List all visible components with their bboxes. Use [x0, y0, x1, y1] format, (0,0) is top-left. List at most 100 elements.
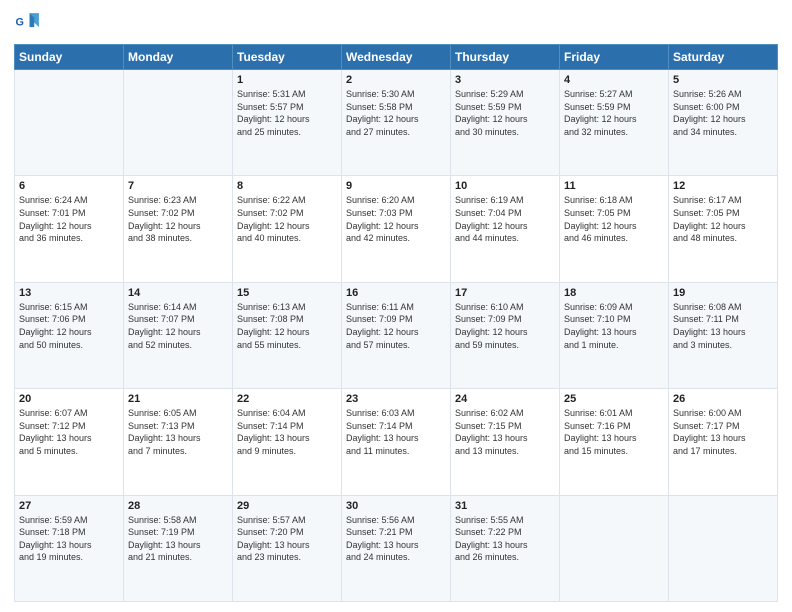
calendar-cell: 28Sunrise: 5:58 AM Sunset: 7:19 PM Dayli…: [124, 495, 233, 601]
calendar-cell: 29 Sunrise: 5:57 AM Sunset: 7:20 PM Dayli…: [233, 495, 342, 601]
day-number: 19: [673, 287, 773, 299]
day-info: Sunrise: 5:56 AM Sunset: 7:21 PM Dayligh…: [346, 514, 446, 564]
day-info: Sunrise: 6:17 AM Sunset: 7:05 PM Dayligh…: [673, 194, 773, 244]
week-row-4: 27 Sunrise: 5:59 AM Sunset: 7:18 PM Dayli…: [15, 495, 778, 601]
day-info: Sunrise: 6:14 AM Sunset: 7:07 PM Dayligh…: [128, 301, 228, 351]
day-number: 10: [455, 180, 555, 192]
calendar-header: SundayMondayTuesdayWednesdayThursdayFrid…: [15, 45, 778, 70]
day-number: 27: [19, 500, 119, 512]
day-info: Sunrise: 5:58 AM Sunset: 7:19 PM Dayligh…: [128, 514, 228, 564]
day-number: 7: [128, 180, 228, 192]
day-info: Sunrise: 5:26 AM Sunset: 6:00 PM Dayligh…: [673, 88, 773, 138]
day-number: 15: [237, 287, 337, 299]
day-number: 30: [346, 500, 446, 512]
day-info: Sunrise: 6:19 AM Sunset: 7:04 PM Dayligh…: [455, 194, 555, 244]
day-info: Sunrise: 6:09 AM Sunset: 7:10 PM Dayligh…: [564, 301, 664, 351]
day-info: Sunrise: 6:00 AM Sunset: 7:17 PM Dayligh…: [673, 407, 773, 457]
day-info: Sunrise: 6:24 AM Sunset: 7:01 PM Dayligh…: [19, 194, 119, 244]
calendar-table: SundayMondayTuesdayWednesdayThursdayFrid…: [14, 44, 778, 602]
day-number: 26: [673, 393, 773, 405]
day-info: Sunrise: 6:20 AM Sunset: 7:03 PM Dayligh…: [346, 194, 446, 244]
calendar-cell: 9 Sunrise: 6:20 AM Sunset: 7:03 PM Daylig…: [342, 176, 451, 282]
calendar-cell: 6 Sunrise: 6:24 AM Sunset: 7:01 PM Daylig…: [15, 176, 124, 282]
logo: G: [14, 10, 46, 38]
calendar-cell: [669, 495, 778, 601]
logo-icon: G: [14, 10, 42, 38]
header-cell-monday: Monday: [124, 45, 233, 70]
day-number: 23: [346, 393, 446, 405]
week-row-2: 13Sunrise: 6:15 AM Sunset: 7:06 PM Dayli…: [15, 282, 778, 388]
week-row-3: 20 Sunrise: 6:07 AM Sunset: 7:12 PM Dayli…: [15, 389, 778, 495]
day-info: Sunrise: 6:15 AM Sunset: 7:06 PM Dayligh…: [19, 301, 119, 351]
calendar-cell: 10 Sunrise: 6:19 AM Sunset: 7:04 PM Dayli…: [451, 176, 560, 282]
day-info: Sunrise: 6:07 AM Sunset: 7:12 PM Dayligh…: [19, 407, 119, 457]
header-cell-thursday: Thursday: [451, 45, 560, 70]
day-number: 8: [237, 180, 337, 192]
day-info: Sunrise: 6:11 AM Sunset: 7:09 PM Dayligh…: [346, 301, 446, 351]
day-info: Sunrise: 5:59 AM Sunset: 7:18 PM Dayligh…: [19, 514, 119, 564]
calendar-cell: [15, 70, 124, 176]
calendar-cell: 2 Sunrise: 5:30 AM Sunset: 5:58 PM Daylig…: [342, 70, 451, 176]
page: G SundayMondayTuesdayWednesdayThursdayFr…: [0, 0, 792, 612]
day-number: 5: [673, 74, 773, 86]
day-info: Sunrise: 6:13 AM Sunset: 7:08 PM Dayligh…: [237, 301, 337, 351]
calendar-cell: [124, 70, 233, 176]
calendar-cell: 12 Sunrise: 6:17 AM Sunset: 7:05 PM Dayli…: [669, 176, 778, 282]
calendar-cell: 31Sunrise: 5:55 AM Sunset: 7:22 PM Dayli…: [451, 495, 560, 601]
day-info: Sunrise: 6:08 AM Sunset: 7:11 PM Dayligh…: [673, 301, 773, 351]
day-number: 6: [19, 180, 119, 192]
day-info: Sunrise: 6:10 AM Sunset: 7:09 PM Dayligh…: [455, 301, 555, 351]
calendar-cell: 22Sunrise: 6:04 AM Sunset: 7:14 PM Dayli…: [233, 389, 342, 495]
day-number: 20: [19, 393, 119, 405]
day-number: 29: [237, 500, 337, 512]
day-info: Sunrise: 6:04 AM Sunset: 7:14 PM Dayligh…: [237, 407, 337, 457]
calendar-cell: 19 Sunrise: 6:08 AM Sunset: 7:11 PM Dayli…: [669, 282, 778, 388]
calendar-cell: 20 Sunrise: 6:07 AM Sunset: 7:12 PM Dayli…: [15, 389, 124, 495]
calendar-cell: 14 Sunrise: 6:14 AM Sunset: 7:07 PM Dayli…: [124, 282, 233, 388]
day-number: 24: [455, 393, 555, 405]
calendar-cell: [560, 495, 669, 601]
svg-text:G: G: [16, 17, 24, 29]
day-number: 14: [128, 287, 228, 299]
day-number: 9: [346, 180, 446, 192]
calendar-cell: 15 Sunrise: 6:13 AM Sunset: 7:08 PM Dayli…: [233, 282, 342, 388]
calendar-cell: 26 Sunrise: 6:00 AM Sunset: 7:17 PM Dayli…: [669, 389, 778, 495]
day-info: Sunrise: 6:02 AM Sunset: 7:15 PM Dayligh…: [455, 407, 555, 457]
day-number: 3: [455, 74, 555, 86]
header-row: SundayMondayTuesdayWednesdayThursdayFrid…: [15, 45, 778, 70]
day-number: 4: [564, 74, 664, 86]
calendar-body: 1 Sunrise: 5:31 AM Sunset: 5:57 PM Daylig…: [15, 70, 778, 602]
day-number: 21: [128, 393, 228, 405]
header-cell-wednesday: Wednesday: [342, 45, 451, 70]
week-row-1: 6 Sunrise: 6:24 AM Sunset: 7:01 PM Daylig…: [15, 176, 778, 282]
day-number: 12: [673, 180, 773, 192]
calendar-cell: 25 Sunrise: 6:01 AM Sunset: 7:16 PM Dayli…: [560, 389, 669, 495]
calendar-cell: 18 Sunrise: 6:09 AM Sunset: 7:10 PM Dayli…: [560, 282, 669, 388]
header-cell-sunday: Sunday: [15, 45, 124, 70]
calendar-cell: 16 Sunrise: 6:11 AM Sunset: 7:09 PM Dayli…: [342, 282, 451, 388]
day-info: Sunrise: 6:01 AM Sunset: 7:16 PM Dayligh…: [564, 407, 664, 457]
day-number: 25: [564, 393, 664, 405]
calendar-cell: 3Sunrise: 5:29 AM Sunset: 5:59 PM Daylig…: [451, 70, 560, 176]
day-info: Sunrise: 6:05 AM Sunset: 7:13 PM Dayligh…: [128, 407, 228, 457]
day-number: 16: [346, 287, 446, 299]
day-info: Sunrise: 5:27 AM Sunset: 5:59 PM Dayligh…: [564, 88, 664, 138]
day-info: Sunrise: 5:30 AM Sunset: 5:58 PM Dayligh…: [346, 88, 446, 138]
day-number: 1: [237, 74, 337, 86]
calendar-cell: 21 Sunrise: 6:05 AM Sunset: 7:13 PM Dayli…: [124, 389, 233, 495]
calendar-cell: 5 Sunrise: 5:26 AM Sunset: 6:00 PM Daylig…: [669, 70, 778, 176]
day-info: Sunrise: 5:31 AM Sunset: 5:57 PM Dayligh…: [237, 88, 337, 138]
calendar-cell: 24 Sunrise: 6:02 AM Sunset: 7:15 PM Dayli…: [451, 389, 560, 495]
header-cell-saturday: Saturday: [669, 45, 778, 70]
calendar-cell: 11Sunrise: 6:18 AM Sunset: 7:05 PM Dayli…: [560, 176, 669, 282]
day-info: Sunrise: 6:18 AM Sunset: 7:05 PM Dayligh…: [564, 194, 664, 244]
day-info: Sunrise: 6:22 AM Sunset: 7:02 PM Dayligh…: [237, 194, 337, 244]
calendar-cell: 23Sunrise: 6:03 AM Sunset: 7:14 PM Dayli…: [342, 389, 451, 495]
week-row-0: 1 Sunrise: 5:31 AM Sunset: 5:57 PM Daylig…: [15, 70, 778, 176]
day-number: 18: [564, 287, 664, 299]
day-number: 2: [346, 74, 446, 86]
day-number: 31: [455, 500, 555, 512]
calendar-cell: 13Sunrise: 6:15 AM Sunset: 7:06 PM Dayli…: [15, 282, 124, 388]
calendar-cell: 1 Sunrise: 5:31 AM Sunset: 5:57 PM Daylig…: [233, 70, 342, 176]
day-info: Sunrise: 5:57 AM Sunset: 7:20 PM Dayligh…: [237, 514, 337, 564]
